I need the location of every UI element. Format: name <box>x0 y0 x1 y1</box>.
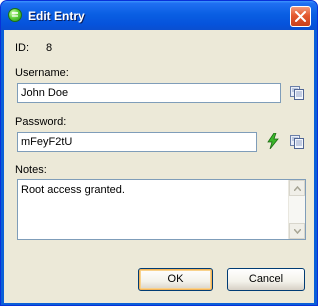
title-bar[interactable]: Edit Entry <box>1 1 317 30</box>
chevron-up-icon <box>294 186 301 191</box>
window-title: Edit Entry <box>28 9 85 23</box>
username-field[interactable]: John Doe <box>17 83 281 103</box>
close-icon <box>295 11 306 22</box>
id-label: ID: <box>15 42 30 54</box>
password-label: Password: <box>15 116 67 128</box>
notes-label: Notes: <box>15 164 47 176</box>
chevron-down-icon <box>294 229 301 234</box>
close-button[interactable] <box>290 6 311 27</box>
app-icon <box>8 8 22 22</box>
password-field[interactable]: mFeyF2tU <box>17 132 257 152</box>
scroll-down-button[interactable] <box>289 223 305 239</box>
username-label: Username: <box>15 67 69 79</box>
copy-username-icon[interactable] <box>289 85 305 101</box>
scroll-up-button[interactable] <box>289 180 305 196</box>
notes-textarea[interactable]: Root access granted. <box>17 179 306 240</box>
notes-text: Root access granted. <box>21 184 125 196</box>
cancel-button[interactable]: Cancel <box>227 268 305 291</box>
notes-scrollbar[interactable] <box>288 180 305 239</box>
dialog-body: ID: 8 Username: John Doe Password: mFeyF… <box>4 30 314 303</box>
edit-entry-dialog: Edit Entry ID: 8 Username: John Doe Pass… <box>0 0 318 306</box>
copy-password-icon[interactable] <box>289 134 305 150</box>
ok-button[interactable]: OK <box>138 268 213 291</box>
lightning-icon[interactable] <box>265 133 281 149</box>
id-value: 8 <box>46 42 53 54</box>
